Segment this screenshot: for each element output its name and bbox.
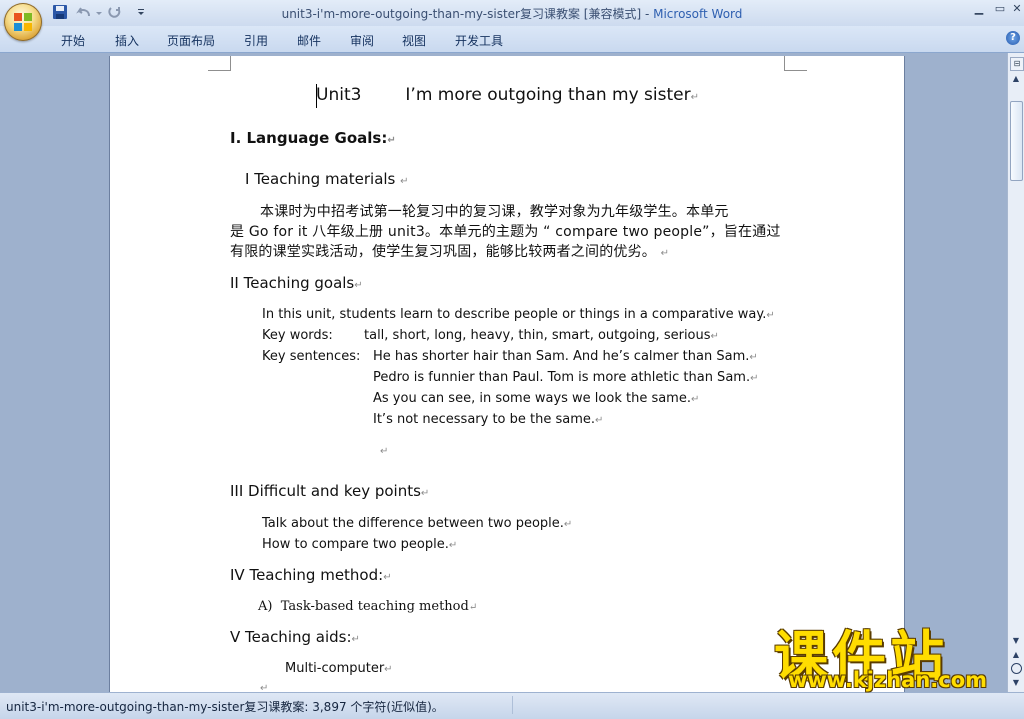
ribbon-tabs: 开始 插入 页面布局 引用 邮件 审阅 视图 开发工具 bbox=[0, 26, 1024, 53]
scroll-down-icon[interactable]: ▼ bbox=[1010, 635, 1022, 647]
paragraph-mark: ↵ bbox=[690, 92, 699, 103]
key-sentence-2: Pedro is funnier than Paul. Tom is more … bbox=[373, 370, 759, 385]
cn-paragraph-line-1: 本课时为中招考试第一轮复习中的复习课，教学对象为九年级学生。本单元 bbox=[260, 204, 729, 220]
section-teaching-method: IV Teaching method:↵ bbox=[230, 566, 392, 584]
vertical-scrollbar[interactable]: ⊟ ▲ ▼ ▲ ▼ bbox=[1007, 53, 1024, 692]
paragraph-mark: ↵ bbox=[563, 519, 573, 530]
trailing-paragraph-mark: ↵ bbox=[260, 683, 269, 692]
scroll-up-icon[interactable]: ▲ bbox=[1010, 73, 1022, 85]
close-button[interactable]: ✕ bbox=[1008, 2, 1024, 16]
window-title: unit3-i'm-more-outgoing-than-my-sister复习… bbox=[0, 5, 1024, 22]
paragraph-mark: ↵ bbox=[660, 248, 670, 259]
key-sentence-4: It’s not necessary to be the same.↵ bbox=[373, 412, 604, 427]
tab-view[interactable]: 视图 bbox=[402, 32, 426, 49]
section-difficult-points: III Difficult and key points↵ bbox=[230, 482, 430, 500]
tab-home[interactable]: 开始 bbox=[61, 32, 85, 49]
doc-heading: Unit3 I’m more outgoing than my sister↵ bbox=[316, 85, 699, 105]
paragraph-mark: ↵ bbox=[766, 310, 775, 321]
paragraph-mark: ↵ bbox=[448, 540, 458, 551]
tab-developer[interactable]: 开发工具 bbox=[455, 32, 503, 49]
section-teaching-materials: I Teaching materials ↵ bbox=[245, 170, 409, 188]
paragraph-mark: ↵ bbox=[354, 280, 363, 291]
tab-mailings[interactable]: 邮件 bbox=[297, 32, 321, 49]
key-words-label: Key words: bbox=[262, 328, 333, 343]
view-ruler-icon[interactable]: ⊟ bbox=[1010, 57, 1024, 71]
status-bar: unit3-i'm-more-outgoing-than-my-sister复习… bbox=[0, 692, 1024, 719]
office-button[interactable] bbox=[4, 3, 42, 41]
paragraph-mark: ↵ bbox=[690, 394, 700, 405]
document-page[interactable]: Unit3 I’m more outgoing than my sister↵ I… bbox=[110, 56, 904, 692]
maximize-button[interactable]: ▭ bbox=[991, 2, 1009, 16]
key-sentences-label: Key sentences: bbox=[262, 349, 361, 364]
section-teaching-goals: II Teaching goals↵ bbox=[230, 274, 363, 292]
minimize-button[interactable]: ▁ bbox=[970, 2, 988, 16]
key-sentence-1: He has shorter hair than Sam. And he’s c… bbox=[373, 349, 758, 364]
document-workspace: Unit3 I’m more outgoing than my sister↵ I… bbox=[0, 53, 1007, 692]
heading-title: I’m more outgoing than my sister bbox=[405, 85, 691, 105]
empty-paragraph-mark: ↵ bbox=[380, 446, 389, 457]
status-word-count[interactable]: unit3-i'm-more-outgoing-than-my-sister复习… bbox=[6, 698, 444, 715]
next-page-icon[interactable]: ▼ bbox=[1010, 677, 1022, 689]
help-icon[interactable]: ? bbox=[1006, 31, 1020, 45]
office-logo-icon bbox=[14, 13, 32, 31]
paragraph-mark: ↵ bbox=[420, 488, 430, 499]
method-item-prefix: A) bbox=[258, 599, 273, 614]
section-teaching-aids: V Teaching aids:↵ bbox=[230, 628, 360, 646]
teaching-aid-item: Multi-computer↵ bbox=[285, 661, 393, 676]
tab-page-layout[interactable]: 页面布局 bbox=[167, 32, 215, 49]
difficult-point-2: How to compare two people.↵ bbox=[262, 537, 458, 552]
tab-references[interactable]: 引用 bbox=[244, 32, 268, 49]
difficult-point-1: Talk about the difference between two pe… bbox=[262, 516, 573, 531]
scroll-thumb[interactable] bbox=[1010, 101, 1023, 181]
paragraph-mark: ↵ bbox=[750, 373, 759, 384]
status-divider bbox=[512, 696, 513, 714]
paragraph-mark: ↵ bbox=[749, 352, 758, 363]
section-language-goals: I. Language Goals:↵ bbox=[230, 129, 396, 147]
paragraph-mark: ↵ bbox=[400, 176, 409, 187]
paragraph-mark: ↵ bbox=[468, 602, 478, 613]
cn-paragraph-line-2: 是 Go for it 八年级上册 unit3。本单元的主题为 “ compar… bbox=[230, 224, 781, 240]
document-title: unit3-i'm-more-outgoing-than-my-sister复习… bbox=[281, 7, 654, 21]
paragraph-mark: ↵ bbox=[351, 634, 360, 645]
paragraph-mark: ↵ bbox=[383, 572, 392, 583]
crop-mark-left bbox=[208, 56, 231, 71]
key-sentence-3: As you can see, in some ways we look the… bbox=[373, 391, 700, 406]
previous-page-icon[interactable]: ▲ bbox=[1010, 649, 1022, 661]
tab-review[interactable]: 审阅 bbox=[350, 32, 374, 49]
paragraph-mark: ↵ bbox=[387, 135, 396, 146]
method-item: A) Task-based teaching method↵ bbox=[258, 599, 478, 614]
crop-mark-right bbox=[784, 56, 807, 71]
watermark-logo: 课件站 www.kjzhan.com bbox=[770, 612, 1004, 694]
goal-line: In this unit, students learn to describe… bbox=[262, 307, 775, 322]
app-name: Microsoft Word bbox=[653, 7, 743, 21]
paragraph-mark: ↵ bbox=[710, 331, 719, 342]
cn-paragraph-line-3: 有限的课堂实践活动，使学生复习巩固，能够比较两者之间的优劣。 ↵ bbox=[230, 244, 670, 260]
watermark-url-text: www.kjzhan.com bbox=[788, 668, 988, 692]
key-words-value: tall, short, long, heavy, thin, smart, o… bbox=[364, 328, 719, 343]
title-bar: unit3-i'm-more-outgoing-than-my-sister复习… bbox=[0, 0, 1024, 26]
tab-insert[interactable]: 插入 bbox=[115, 32, 139, 49]
select-browse-object-icon[interactable] bbox=[1011, 663, 1022, 674]
paragraph-mark: ↵ bbox=[384, 664, 393, 675]
paragraph-mark: ↵ bbox=[595, 415, 604, 426]
heading-unit: Unit3 bbox=[316, 85, 362, 105]
